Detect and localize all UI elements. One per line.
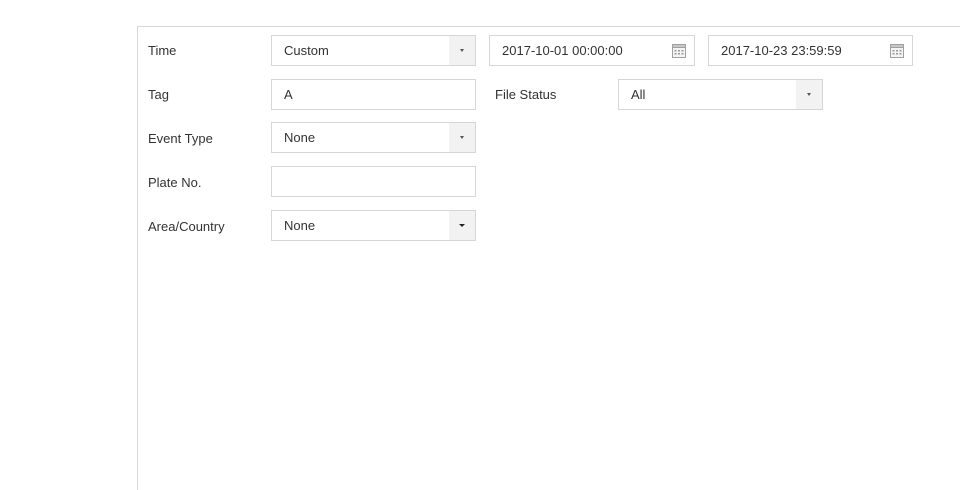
calendar-icon[interactable] [890,43,904,58]
file-status-select[interactable]: All [618,79,823,110]
caret-down-icon [460,136,464,139]
end-time-value: 2017-10-23 23:59:59 [721,43,842,58]
file-status-dropdown-button[interactable] [796,80,822,109]
tag-input[interactable] [272,80,475,109]
time-label: Time [148,43,177,58]
area-country-select[interactable]: None [271,210,476,241]
calendar-icon[interactable] [672,43,686,58]
event-type-label: Event Type [148,131,213,146]
file-status-label: File Status [495,87,557,102]
event-type-value: None [284,130,316,145]
tag-label: Tag [148,87,169,102]
plate-no-input[interactable] [272,167,475,196]
event-type-dropdown-button[interactable] [449,123,475,152]
time-mode-select[interactable]: Custom [271,35,476,66]
area-country-dropdown-button[interactable] [449,211,475,240]
caret-down-icon [807,93,811,96]
tag-field[interactable] [271,79,476,110]
plate-no-field[interactable] [271,166,476,197]
start-time-value: 2017-10-01 00:00:00 [502,43,623,58]
caret-down-icon [460,49,464,52]
caret-down-icon [459,224,465,227]
plate-no-label: Plate No. [148,175,202,190]
end-time-field[interactable]: 2017-10-23 23:59:59 [708,35,913,66]
event-type-select[interactable]: None [271,122,476,153]
time-mode-value: Custom [284,43,329,58]
start-time-field[interactable]: 2017-10-01 00:00:00 [489,35,695,66]
time-mode-dropdown-button[interactable] [449,36,475,65]
area-country-value: None [284,218,316,233]
file-status-value: All [631,87,646,102]
area-country-label: Area/Country [148,219,225,234]
